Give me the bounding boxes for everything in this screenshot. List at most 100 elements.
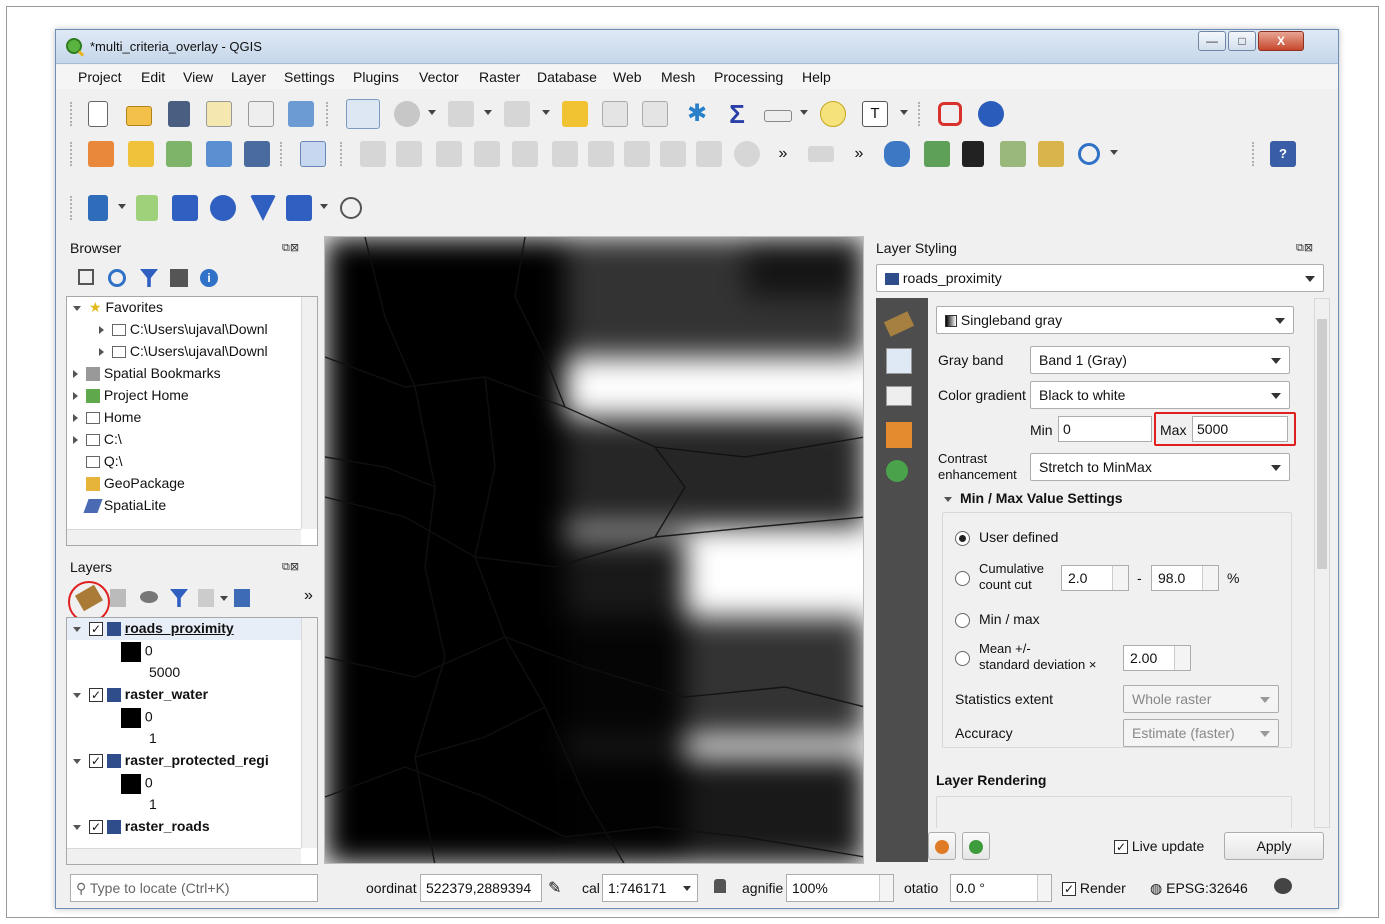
scale-combo[interactable]: 1:746171 xyxy=(602,874,698,902)
layer-select-combo[interactable]: roads_proximity xyxy=(876,264,1324,292)
toggle-extents-icon[interactable]: ✎ xyxy=(548,878,561,898)
minmax-group-header[interactable]: Min / Max Value Settings xyxy=(944,490,1123,506)
toolbar-grip[interactable] xyxy=(280,142,283,166)
gray-band-combo[interactable]: Band 1 (Gray) xyxy=(1030,346,1290,374)
map-canvas[interactable] xyxy=(324,236,864,864)
cut-features-icon[interactable] xyxy=(624,141,650,167)
chevron-down-icon[interactable] xyxy=(73,692,81,698)
filter-expression-icon[interactable] xyxy=(198,589,214,607)
chevron-down-icon[interactable] xyxy=(73,758,81,764)
magic-wand-icon[interactable] xyxy=(1038,141,1064,167)
menu-mesh[interactable]: Mesh xyxy=(661,69,695,85)
browser-horizontal-scrollbar[interactable] xyxy=(67,529,301,545)
chevron-down-icon[interactable] xyxy=(118,204,126,209)
map-tips-icon[interactable] xyxy=(820,101,846,127)
locator-search-input[interactable]: ⚲ Type to locate (Ctrl+K) xyxy=(70,874,318,902)
trace-icon[interactable] xyxy=(136,195,158,221)
toggle-editing-icon[interactable] xyxy=(396,141,422,167)
panel-float-close-icon[interactable]: ⧉⊠ xyxy=(282,560,299,574)
mean-stddev-radio[interactable] xyxy=(955,651,970,666)
text-annotation-icon[interactable]: T xyxy=(862,101,888,127)
render-checkbox[interactable]: ✓ xyxy=(1062,882,1076,897)
browser-item-folder[interactable]: C:\Users\ujaval\Downl xyxy=(99,343,268,365)
new-virtual-layer-icon[interactable] xyxy=(300,141,326,167)
menu-view[interactable]: View xyxy=(183,69,213,85)
menu-raster[interactable]: Raster xyxy=(479,69,520,85)
more-tools-button[interactable]: » xyxy=(846,141,872,167)
eye-icon[interactable] xyxy=(140,591,158,603)
layer-visibility-checkbox[interactable]: ✓ xyxy=(89,622,103,637)
layer-visibility-checkbox[interactable]: ✓ xyxy=(89,754,103,769)
vertex-tool-icon[interactable] xyxy=(512,141,538,167)
user-defined-radio[interactable] xyxy=(955,531,970,546)
layer-row-raster-water[interactable]: ✓ raster_water xyxy=(73,686,208,708)
layer-row-raster-protected-regions[interactable]: ✓ raster_protected_regi xyxy=(73,752,269,774)
lock-icon[interactable] xyxy=(714,879,726,893)
color-gradient-combo[interactable]: Black to white xyxy=(1030,381,1290,409)
contrast-enhancement-combo[interactable]: Stretch to MinMax xyxy=(1030,453,1290,481)
paste-features-icon[interactable] xyxy=(696,141,722,167)
renderer-type-combo[interactable]: Singleband gray xyxy=(936,306,1294,334)
add-group-icon[interactable] xyxy=(110,589,126,607)
histogram-tab-icon[interactable] xyxy=(886,386,912,406)
cumulative-high-spinbox[interactable]: 98.0 xyxy=(1151,565,1219,591)
info-icon[interactable]: i xyxy=(200,269,218,287)
undo-style-button[interactable] xyxy=(928,832,956,860)
browser-vertical-scrollbar[interactable] xyxy=(301,297,317,529)
pencil-icon[interactable] xyxy=(88,195,108,221)
toolbar-grip[interactable] xyxy=(326,102,329,126)
select-by-expression-icon[interactable] xyxy=(504,101,530,127)
digitize-icon[interactable] xyxy=(1000,141,1026,167)
toolbar-grip[interactable] xyxy=(1252,142,1255,166)
open-attribute-table-icon[interactable] xyxy=(602,101,628,127)
minimize-button[interactable]: — xyxy=(1198,31,1226,51)
antelope-icon[interactable] xyxy=(962,141,984,167)
chevron-down-icon[interactable] xyxy=(800,110,808,115)
statistics-extent-combo[interactable]: Whole raster xyxy=(1123,685,1279,713)
toolbar-grip[interactable] xyxy=(70,102,73,126)
chevron-down-icon[interactable] xyxy=(73,305,81,311)
toolbar-grip[interactable] xyxy=(70,196,73,220)
coordinate-field[interactable]: 522379,2889394 xyxy=(420,874,542,902)
layers-vertical-scrollbar[interactable] xyxy=(301,618,317,848)
menu-project[interactable]: Project xyxy=(78,69,122,85)
data-source-manager-icon[interactable] xyxy=(88,141,114,167)
chevron-down-icon[interactable] xyxy=(73,626,81,632)
cumulative-cut-radio[interactable] xyxy=(955,571,970,586)
toolbar-grip[interactable] xyxy=(70,142,73,166)
new-print-layout-icon[interactable] xyxy=(206,101,232,127)
open-project-icon[interactable] xyxy=(126,106,152,126)
layer-row-roads-proximity[interactable]: ✓ roads_proximity xyxy=(73,620,234,642)
filter-icon[interactable] xyxy=(170,589,188,607)
layers-horizontal-scrollbar[interactable] xyxy=(67,848,301,864)
spin-buttons[interactable] xyxy=(879,875,893,901)
chevron-down-icon[interactable] xyxy=(73,824,81,830)
close-button[interactable]: X xyxy=(1258,31,1304,51)
maximize-button[interactable]: □ xyxy=(1228,31,1256,51)
layer-visibility-checkbox[interactable]: ✓ xyxy=(89,688,103,703)
styling-vertical-scrollbar[interactable] xyxy=(1314,298,1330,828)
menu-layer[interactable]: Layer xyxy=(231,69,266,85)
save-edits-icon[interactable] xyxy=(436,141,462,167)
deselect-features-icon[interactable] xyxy=(562,101,588,127)
layer-row-raster-roads[interactable]: ✓ raster_roads xyxy=(73,818,210,840)
scrollbar-thumb[interactable] xyxy=(1317,319,1327,569)
browser-item-folder[interactable]: C:\Users\ujaval\Downl xyxy=(99,321,268,343)
messages-icon[interactable] xyxy=(1274,878,1292,894)
min-input[interactable]: 0 xyxy=(1058,416,1152,442)
settings-gear-icon[interactable] xyxy=(340,197,362,219)
new-project-icon[interactable] xyxy=(88,101,108,127)
label-tool-icon[interactable] xyxy=(808,146,834,162)
panel-float-close-icon[interactable]: ⧉⊠ xyxy=(1296,241,1313,255)
sum-icon[interactable]: Σ xyxy=(724,101,750,127)
current-edits-icon[interactable] xyxy=(360,141,386,167)
live-update-option[interactable]: ✓ Live update xyxy=(1114,838,1204,855)
chevron-right-icon[interactable] xyxy=(99,326,104,335)
new-temporary-layer-icon[interactable] xyxy=(244,141,270,167)
measure-ruler-icon[interactable] xyxy=(764,110,792,122)
menu-processing[interactable]: Processing xyxy=(714,69,783,85)
spin-buttons[interactable] xyxy=(1037,875,1051,901)
regular-shape-icon[interactable] xyxy=(286,195,312,221)
browser-item-spatial-bookmarks[interactable]: Spatial Bookmarks xyxy=(73,365,221,387)
new-spatialite-layer-icon[interactable] xyxy=(206,141,232,167)
